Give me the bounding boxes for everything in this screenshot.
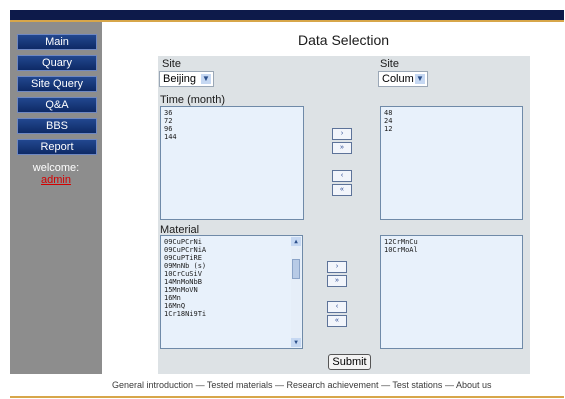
right-site-label: Site (380, 58, 399, 70)
right-site-value: Colum (382, 73, 414, 85)
list-item[interactable]: 09CuPCrNiA (164, 246, 299, 254)
list-item[interactable]: 12 (384, 125, 519, 133)
material-available-listbox[interactable]: 09CuPCrNi 09CuPCrNiA 09CuPTiRE 09MnNb (s… (160, 235, 303, 349)
chevron-down-icon: ▼ (415, 74, 425, 84)
list-item[interactable]: 10CrMoAl (384, 246, 519, 254)
nav-site-query-button[interactable]: Site Query (17, 76, 97, 92)
material-selected-listbox[interactable]: 12CrMnCu 10CrMoAl (380, 235, 523, 349)
arrow-up-icon[interactable]: ▲ (291, 237, 301, 246)
nav-main-button[interactable]: Main (17, 34, 97, 50)
list-item[interactable]: 09CuPCrNi (164, 238, 299, 246)
list-item[interactable]: 09MnNb (s) (164, 262, 299, 270)
footer-separator: — (274, 380, 284, 390)
submit-button[interactable]: Submit (328, 354, 371, 370)
header-band (10, 10, 564, 20)
list-item[interactable]: 09CuPTiRE (164, 254, 299, 262)
nav-bbs-button[interactable]: BBS (17, 118, 97, 134)
list-item[interactable]: 12CrMnCu (384, 238, 519, 246)
time-selected-listbox[interactable]: 48 24 12 (380, 106, 523, 220)
scroll-thumb[interactable] (292, 259, 300, 279)
footer-separator: — (381, 380, 391, 390)
material-remove-all-button[interactable]: « (327, 315, 347, 327)
list-item[interactable]: 1Cr18Ni9Ti (164, 310, 299, 318)
footer-link-test-stations[interactable]: Test stations (392, 380, 442, 390)
footer-accent-line (10, 396, 564, 398)
list-item[interactable]: 48 (384, 109, 519, 117)
nav-qa-button[interactable]: Q&A (17, 97, 97, 113)
footer-link-about-us[interactable]: About us (456, 380, 492, 390)
list-item[interactable]: 24 (384, 117, 519, 125)
welcome-label: welcome: (32, 162, 80, 174)
list-item[interactable]: 36 (164, 109, 300, 117)
material-scrollbar[interactable]: ▲ ▼ (291, 237, 301, 347)
footer-link-research-achievement[interactable]: Research achievement (286, 380, 378, 390)
footer-separator: — (444, 380, 454, 390)
list-item[interactable]: 16Mn (164, 294, 299, 302)
list-item[interactable]: 144 (164, 133, 300, 141)
left-site-value: Beijing (163, 73, 197, 85)
sidebar: Main Quary Site Query Q&A BBS Report wel… (10, 22, 102, 374)
footer-separator: — (195, 380, 205, 390)
list-item[interactable]: 96 (164, 125, 300, 133)
list-item[interactable]: 16MnQ (164, 302, 299, 310)
chevron-down-icon: ▼ (201, 74, 211, 84)
footer-link-general-introduction[interactable]: General introduction (112, 380, 193, 390)
user-link[interactable]: admin (41, 174, 71, 186)
list-item[interactable]: 14MnMoNbB (164, 278, 299, 286)
list-item[interactable]: 72 (164, 117, 300, 125)
time-remove-all-button[interactable]: « (332, 184, 352, 196)
time-label: Time (month) (160, 94, 225, 106)
material-add-all-button[interactable]: » (327, 275, 347, 287)
nav-quary-button[interactable]: Quary (17, 55, 97, 71)
nav-report-button[interactable]: Report (17, 139, 97, 155)
list-item[interactable]: 15MnMoVN (164, 286, 299, 294)
material-remove-button[interactable]: ‹ (327, 301, 347, 313)
time-available-listbox[interactable]: 36 72 96 144 (160, 106, 304, 220)
right-site-select[interactable]: Colum ▼ (378, 71, 428, 87)
footer-links: General introduction — Tested materials … (112, 380, 532, 390)
time-remove-button[interactable]: ‹ (332, 170, 352, 182)
time-add-all-button[interactable]: » (332, 142, 352, 154)
welcome-block: welcome: admin (10, 162, 102, 186)
page-title: Data Selection (298, 32, 390, 48)
list-item[interactable]: 10CrCuSiV (164, 270, 299, 278)
footer-link-tested-materials[interactable]: Tested materials (207, 380, 273, 390)
left-site-label: Site (162, 58, 181, 70)
material-add-button[interactable]: › (327, 261, 347, 273)
left-site-select[interactable]: Beijing ▼ (159, 71, 214, 87)
time-add-button[interactable]: › (332, 128, 352, 140)
arrow-down-icon[interactable]: ▼ (291, 338, 301, 347)
